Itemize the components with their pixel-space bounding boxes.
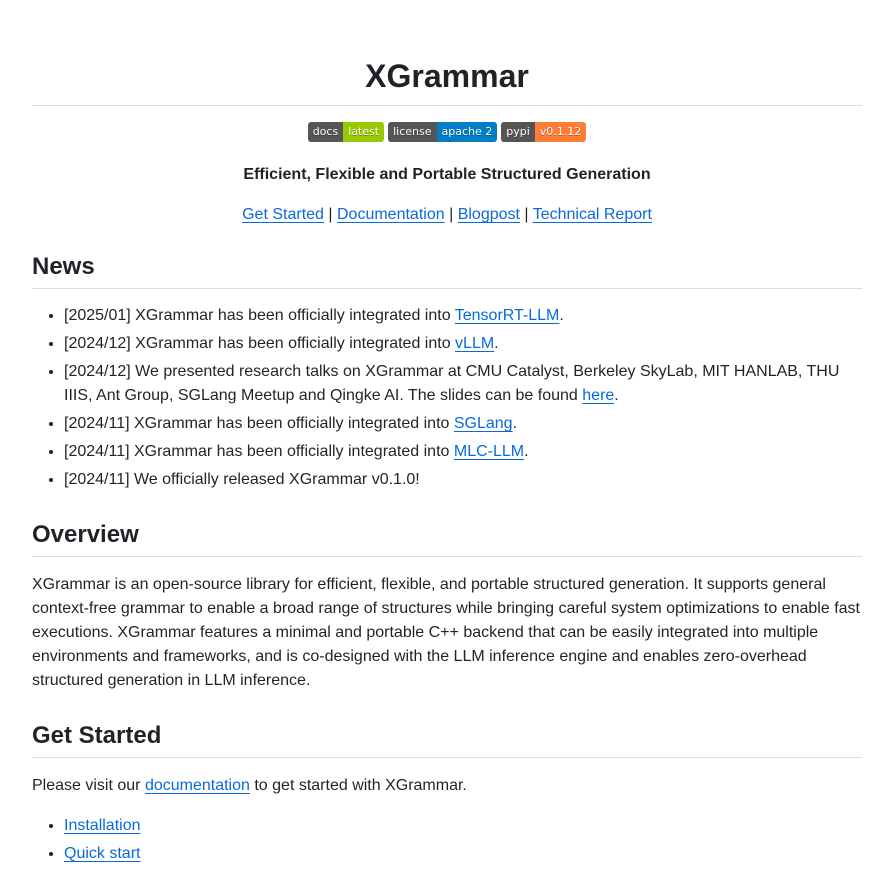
badge-docs[interactable]: docs latest <box>307 122 385 142</box>
link-documentation[interactable]: Documentation <box>337 206 445 223</box>
nav-separator: | <box>449 206 454 223</box>
get-started-item: Quick start <box>64 842 862 866</box>
news-item: [2024/12] XGrammar has been officially i… <box>64 332 862 356</box>
news-suffix: . <box>524 443 529 460</box>
news-text: [2024/11] XGrammar has been officially i… <box>64 443 454 460</box>
badge-docs-value: latest <box>343 122 385 142</box>
get-started-item: Installation <box>64 814 862 838</box>
news-item: [2024/12] We presented research talks on… <box>64 360 862 408</box>
badge-license[interactable]: license apache 2 <box>388 122 498 142</box>
news-suffix: . <box>559 307 564 324</box>
badge-license-value: apache 2 <box>436 122 498 142</box>
badge-license-label: license <box>388 122 437 142</box>
news-link-tensorrt-llm[interactable]: TensorRT-LLM <box>455 307 560 324</box>
get-started-text: Please visit our documentation to get st… <box>32 774 862 798</box>
news-suffix: . <box>614 387 619 404</box>
news-link-vllm[interactable]: vLLM <box>455 335 494 352</box>
link-quick-start[interactable]: Quick start <box>64 845 140 862</box>
news-link-sglang[interactable]: SGLang <box>454 415 513 432</box>
nav-separator: | <box>328 206 333 223</box>
documentation-link[interactable]: documentation <box>145 777 250 794</box>
news-link-mlc-llm[interactable]: MLC-LLM <box>454 443 524 460</box>
badge-pypi[interactable]: pypi v0.1.12 <box>501 122 587 142</box>
get-started-heading: Get Started <box>32 718 862 758</box>
get-started-text-after: to get started with XGrammar. <box>249 777 467 794</box>
news-link-slides[interactable]: here <box>582 387 614 404</box>
news-text: [2025/01] XGrammar has been officially i… <box>64 307 455 324</box>
link-get-started[interactable]: Get Started <box>242 206 324 223</box>
link-blogpost[interactable]: Blogpost <box>458 206 520 223</box>
link-installation[interactable]: Installation <box>64 817 141 834</box>
news-text: [2024/12] XGrammar has been officially i… <box>64 335 456 352</box>
get-started-text-before: Please visit our <box>32 777 145 794</box>
nav-links: Get Started | Documentation | Blogpost |… <box>32 203 862 227</box>
news-suffix: . <box>494 335 499 352</box>
news-list: [2025/01] XGrammar has been officially i… <box>32 304 862 492</box>
news-text: [2024/11] We officially released XGramma… <box>64 471 420 488</box>
news-heading: News <box>32 249 862 289</box>
news-suffix: . <box>512 415 518 432</box>
news-item: [2025/01] XGrammar has been officially i… <box>64 304 862 328</box>
news-text: [2024/12] We presented research talks on… <box>64 363 840 404</box>
link-technical-report[interactable]: Technical Report <box>533 206 652 223</box>
tagline: Efficient, Flexible and Portable Structu… <box>243 166 651 183</box>
badge-docs-label: docs <box>307 122 344 142</box>
badges-row: docs latest license apache 2 pypi v0.1.1… <box>32 122 862 142</box>
news-text: [2024/11] XGrammar has been officially i… <box>64 415 454 432</box>
badge-pypi-label: pypi <box>501 122 535 142</box>
overview-heading: Overview <box>32 517 862 557</box>
news-item: [2024/11] XGrammar has been officially i… <box>64 440 862 464</box>
nav-separator: | <box>524 206 529 223</box>
news-item: [2024/11] XGrammar has been officially i… <box>64 412 862 436</box>
overview-text: XGrammar is an open-source library for e… <box>32 576 860 689</box>
readme-page: XGrammar docs latest license apache 2 py… <box>32 0 862 866</box>
badge-pypi-value: v0.1.12 <box>534 122 587 142</box>
news-item: [2024/11] We officially released XGramma… <box>64 468 862 492</box>
page-title: XGrammar <box>32 48 862 106</box>
get-started-list: Installation Quick start <box>32 814 862 866</box>
